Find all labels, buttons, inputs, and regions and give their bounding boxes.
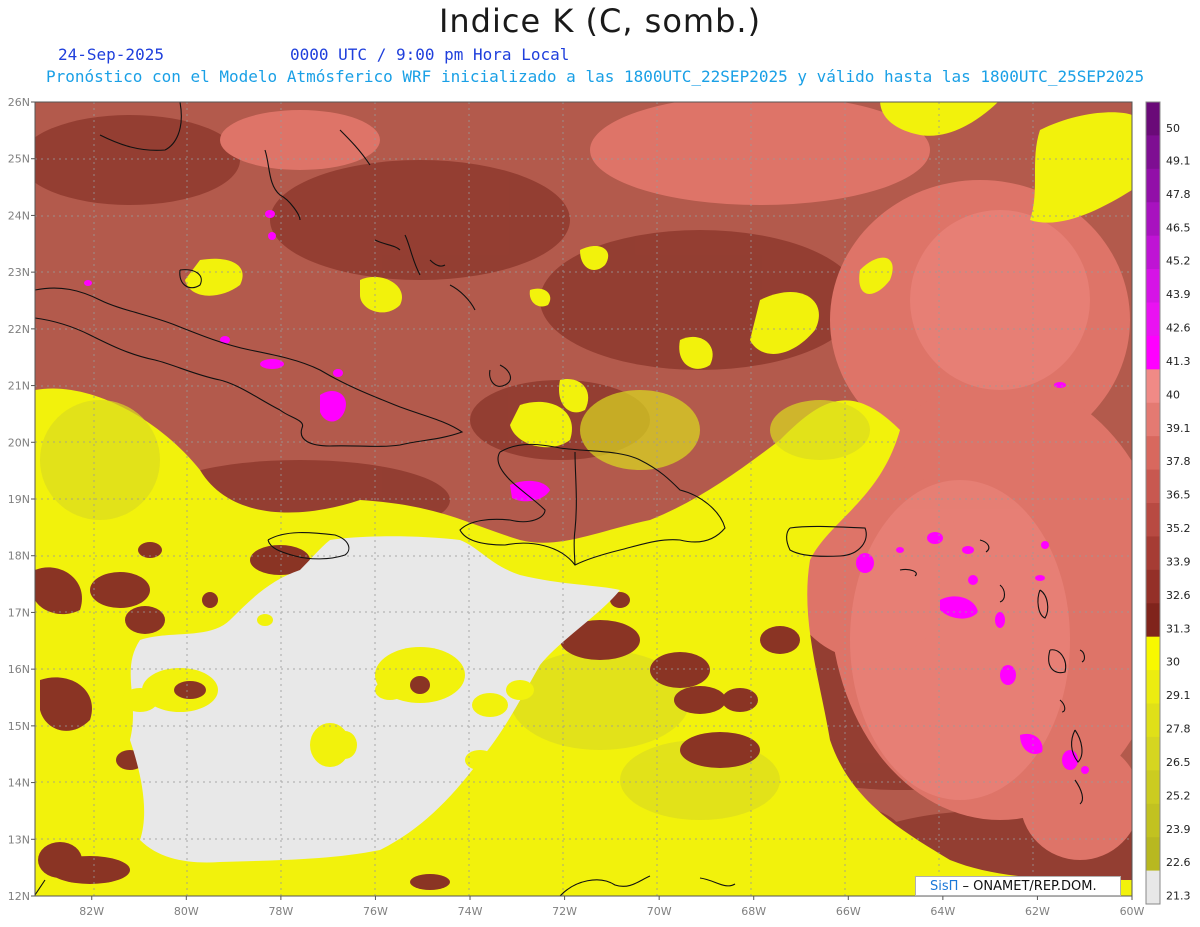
field-layer [35,102,1132,896]
lat-label-13N: 13N [8,833,30,846]
colorbar-label-36.5: 36.5 [1166,489,1191,502]
lat-label-17N: 17N [8,606,30,619]
lon-label-72W: 72W [552,905,577,918]
colorbar-swatch [1146,870,1160,905]
colorbar-label-21.3: 21.3 [1166,890,1191,903]
colorbar-label-29.1: 29.1 [1166,689,1191,702]
colorbar-swatch [1146,135,1160,170]
colorbar-swatch [1146,770,1160,805]
lon-label-82W: 82W [79,905,104,918]
colorbar-swatch [1146,369,1160,404]
lon-label-64W: 64W [930,905,955,918]
colorbar-label-46.5: 46.5 [1166,221,1191,234]
colorbar-label-23.9: 23.9 [1166,823,1191,836]
colorbar-swatch [1146,569,1160,604]
lon-label-76W: 76W [363,905,388,918]
colorbar-label-25.2: 25.2 [1166,789,1191,802]
colorbar-swatch [1146,402,1160,437]
lon-label-68W: 68W [741,905,766,918]
colorbar-swatch [1146,837,1160,872]
colorbar-swatch [1146,636,1160,671]
colorbar-swatch [1146,302,1160,337]
lat-label-21N: 21N [8,380,30,393]
longitude-labels: 82W 80W 78W 76W 74W 72W 70W 68W 66W 64W 62W 60W [79,896,1145,918]
lat-label-18N: 18N [8,550,30,563]
colorbar-label-40: 40 [1166,388,1180,401]
colorbar-swatch [1146,670,1160,704]
lat-label-22N: 22N [8,323,30,336]
sispi-logo: SisΠ [930,879,959,894]
colorbar-swatch [1146,536,1160,571]
lat-label-14N: 14N [8,777,30,790]
k-index-map: 26N 25N 24N 23N 22N 21N 20N 19N 18N 17N 16N 15N 14N 1… [8,96,1191,918]
lon-label-70W: 70W [647,905,672,918]
colorbar-swatch [1146,503,1160,537]
colorbar-swatch [1146,168,1160,203]
colorbar-swatch [1146,469,1160,504]
colorbar-label-26.5: 26.5 [1166,756,1191,769]
lon-label-80W: 80W [174,905,199,918]
colorbar-label-42.6: 42.6 [1166,322,1191,335]
lon-label-78W: 78W [268,905,293,918]
colorbar-swatch [1146,202,1160,237]
colorbar-label-30: 30 [1166,656,1180,669]
colorbar-label-37.8: 37.8 [1166,455,1191,468]
lat-label-26N: 26N [8,96,30,109]
colorbar-swatch [1146,803,1160,838]
colorbar-swatch [1146,335,1160,370]
colorbar-label-49.1: 49.1 [1166,154,1191,167]
colorbar: 50 49.1 47.8 46.5 45.2 43.9 42.6 41.3 40 39.1 37.8… [1145,101,1191,905]
colorbar-label-43.9: 43.9 [1166,288,1191,301]
colorbar-label-47.8: 47.8 [1166,188,1191,201]
colorbar-label-41.3: 41.3 [1166,355,1191,368]
lat-label-20N: 20N [8,436,30,449]
credit-text: – ONAMET/REP.DOM. [958,879,1097,894]
colorbar-label-22.6: 22.6 [1166,856,1191,869]
latitude-labels: 26N 25N 24N 23N 22N 21N 20N 19N 18N 17N 16N 15N 14N 1… [8,96,35,903]
colorbar-label-31.3: 31.3 [1166,622,1191,635]
colorbar-label-35.2: 35.2 [1166,522,1191,535]
colorbar-swatch [1146,736,1160,771]
lon-label-62W: 62W [1025,905,1050,918]
colorbar-label-39.1: 39.1 [1166,422,1191,435]
lat-label-19N: 19N [8,493,30,506]
colorbar-swatch [1146,436,1160,471]
colorbar-swatch [1146,102,1160,136]
lat-label-12N: 12N [8,890,30,903]
lat-label-15N: 15N [8,720,30,733]
colorbar-swatch [1146,703,1160,738]
colorbar-label-27.8: 27.8 [1166,723,1191,736]
colorbar-label-45.2: 45.2 [1166,255,1191,268]
colorbar-swatch [1146,603,1160,638]
lon-label-66W: 66W [836,905,861,918]
lat-label-25N: 25N [8,153,30,166]
lon-label-60W: 60W [1120,905,1145,918]
lat-label-16N: 16N [8,663,30,676]
lat-label-24N: 24N [8,209,30,222]
lat-label-23N: 23N [8,266,30,279]
colorbar-swatch [1146,235,1160,270]
lon-label-74W: 74W [458,905,483,918]
colorbar-label-32.6: 32.6 [1166,589,1191,602]
credit-box: SisΠ – ONAMET/REP.DOM. [915,876,1121,896]
colorbar-label-33.9: 33.9 [1166,555,1191,568]
colorbar-swatch [1146,269,1160,303]
colorbar-label-50: 50 [1166,122,1180,135]
